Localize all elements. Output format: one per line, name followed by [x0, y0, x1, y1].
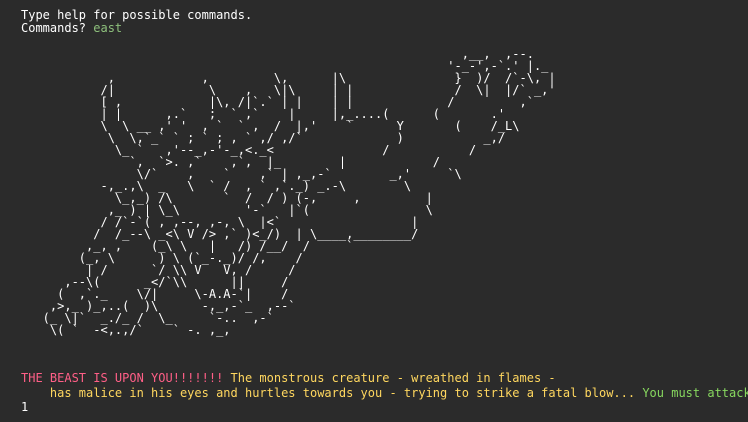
command-prompt-line: Commands? east [21, 22, 122, 34]
narration-text-1: The monstrous creature - wreathed in fla… [223, 371, 556, 385]
terminal-window[interactable]: Type help for possible commands. Command… [0, 0, 748, 422]
beast-warning-text: THE BEAST IS UPON YOU!!!!!!! [21, 371, 224, 385]
command-input-value: east [93, 21, 123, 35]
beast-warning-line: THE BEAST IS UPON YOU!!!!!!! The monstro… [21, 372, 556, 384]
help-text-line: Type help for possible commands. [21, 8, 253, 22]
prompt-label: Commands? [21, 21, 94, 35]
attack-prompt-text: You must attack!! [642, 386, 748, 400]
input-echo[interactable]: 1 [21, 401, 28, 413]
beast-ascii-art: ,__, ,--. '-_-',-`.' |._ , , \, |\ } )/ … [42, 47, 556, 337]
narration-line: has malice in his eyes and hurtles towar… [21, 387, 748, 399]
narration-text-2: has malice in his eyes and hurtles towar… [21, 386, 636, 400]
